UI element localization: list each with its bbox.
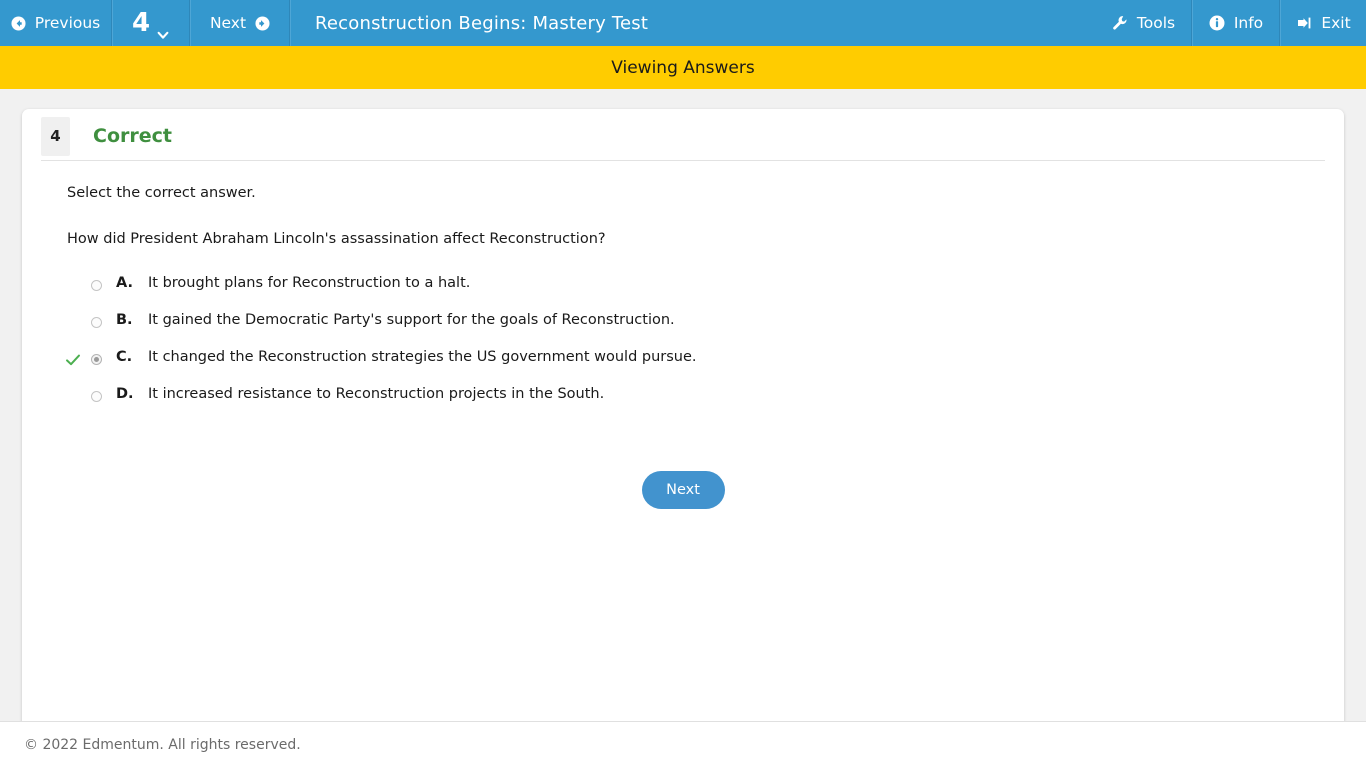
chevron-down-icon [156, 19, 170, 39]
info-button-label: Info [1233, 14, 1264, 32]
answer-option-b[interactable]: B. It gained the Democratic Party's supp… [91, 312, 1344, 349]
next-nav-button-label: Next [209, 14, 247, 32]
answer-option-letter: C. [116, 349, 133, 365]
answer-option-a[interactable]: A. It brought plans for Reconstruction t… [91, 275, 1344, 312]
viewing-answers-banner: Viewing Answers [0, 46, 1366, 89]
info-button[interactable]: Info [1192, 0, 1280, 46]
copyright-text: © 2022 Edmentum. All rights reserved. [24, 737, 301, 753]
radio-button-b[interactable] [91, 317, 102, 328]
radio-button-a[interactable] [91, 280, 102, 291]
top-navigation-bar: Previous 4 Next Reconstruction Begins: M… [0, 0, 1366, 46]
top-nav-right-group: Tools Info Exit [1096, 0, 1366, 46]
next-button-container: Next [22, 471, 1344, 509]
exit-button[interactable]: Exit [1280, 0, 1366, 46]
arrow-circle-right-icon [255, 15, 270, 31]
arrow-circle-left-icon [11, 15, 26, 31]
viewing-answers-banner-text: Viewing Answers [611, 57, 755, 78]
question-stem: How did President Abraham Lincoln's assa… [67, 231, 606, 247]
answer-options-list: A. It brought plans for Reconstruction t… [66, 275, 1344, 423]
page-body: 4 Correct Select the correct answer. How… [0, 89, 1366, 731]
assignment-title-text: Reconstruction Begins: Mastery Test [315, 12, 649, 34]
answer-option-letter: A. [116, 275, 133, 291]
answer-option-text: It changed the Reconstruction strategies… [148, 349, 697, 365]
answer-option-text: It brought plans for Reconstruction to a… [148, 275, 471, 291]
question-status-label: Correct [93, 125, 172, 147]
next-nav-button[interactable]: Next [190, 0, 290, 46]
previous-button[interactable]: Previous [0, 0, 112, 46]
question-number-badge: 4 [41, 116, 70, 156]
correct-check-icon [65, 352, 81, 368]
question-selector-dropdown[interactable]: 4 [112, 0, 190, 46]
answer-option-letter: D. [116, 386, 134, 402]
question-header: 4 Correct [22, 109, 1344, 163]
tools-button[interactable]: Tools [1096, 0, 1192, 46]
question-header-divider [41, 160, 1325, 161]
answer-option-letter: B. [116, 312, 133, 328]
answer-option-text: It gained the Democratic Party's support… [148, 312, 675, 328]
tools-button-label: Tools [1136, 14, 1176, 32]
sign-out-icon [1296, 15, 1312, 31]
radio-button-d[interactable] [91, 391, 102, 402]
page-footer: © 2022 Edmentum. All rights reserved. [0, 721, 1366, 768]
wrench-icon [1112, 15, 1128, 31]
answer-option-d[interactable]: D. It increased resistance to Reconstruc… [91, 386, 1344, 423]
question-card: 4 Correct Select the correct answer. How… [22, 109, 1344, 731]
answer-option-text: It increased resistance to Reconstructio… [148, 386, 605, 402]
radio-button-c[interactable] [91, 354, 102, 365]
assignment-title: Reconstruction Begins: Mastery Test [290, 0, 1096, 46]
exit-button-label: Exit [1321, 14, 1351, 32]
answer-option-c[interactable]: C. It changed the Reconstruction strateg… [66, 349, 1344, 386]
question-body: Select the correct answer. How did Presi… [22, 163, 1344, 509]
info-circle-icon [1209, 15, 1225, 31]
previous-button-label: Previous [34, 14, 101, 32]
question-instruction: Select the correct answer. [67, 185, 256, 201]
question-selector-number: 4 [131, 8, 151, 38]
next-button[interactable]: Next [641, 471, 725, 509]
